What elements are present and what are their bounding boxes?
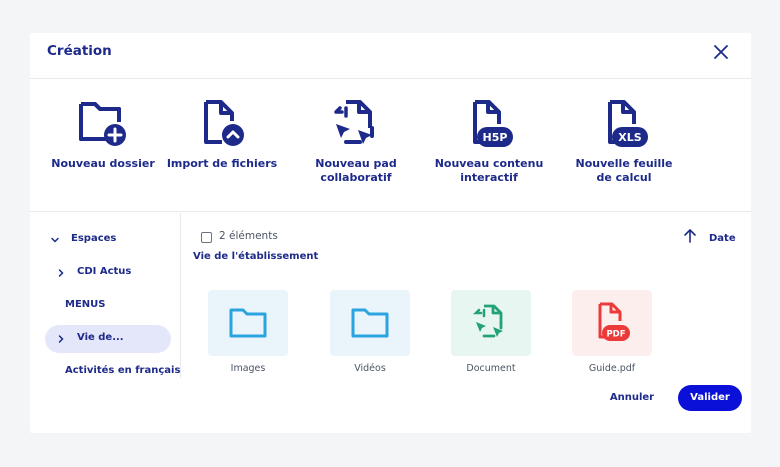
file-tile-guide-pdf[interactable]: PDF Guide.pdf: [572, 290, 652, 374]
sidebar-item-label: Vie de...: [77, 332, 124, 343]
sidebar-item-menus[interactable]: MENUS: [45, 292, 171, 320]
import-files-label: Import de fichiers: [166, 157, 278, 170]
folder-plus-icon: [79, 102, 126, 146]
tile-name: Guide.pdf: [588, 363, 636, 374]
sidebar-item-label: CDI Actus: [77, 266, 132, 277]
sidebar-tree: Espaces CDI Actus MENUS Vie de... Activi…: [30, 213, 181, 378]
folder-tile-images[interactable]: Images: [208, 290, 288, 374]
sidebar-item-espaces[interactable]: Espaces: [45, 226, 171, 254]
sidebar-item-activites-en-francais[interactable]: Activités en français: [45, 358, 180, 378]
document-tile[interactable]: Document: [451, 290, 531, 374]
tile-name: Document: [466, 363, 516, 374]
pdf-file-icon: PDF: [598, 302, 630, 341]
sidebar-item-label: Espaces: [71, 233, 117, 244]
sidebar-item-cdi-actus[interactable]: CDI Actus: [45, 259, 171, 287]
sidebar-item-label: Activités en français: [65, 365, 181, 376]
new-interactive-content-button[interactable]: H5P Nouveau contenu interactif: [424, 98, 554, 185]
confirm-button[interactable]: Valider: [678, 385, 742, 411]
select-all-checkbox[interactable]: [201, 232, 212, 243]
new-spreadsheet-label: Nouvelle feuille de calcul: [575, 157, 673, 184]
item-count: 2 éléments: [219, 230, 278, 242]
breadcrumb[interactable]: Vie de l'établissement: [193, 251, 318, 262]
folder-icon: [229, 308, 267, 338]
chevron-down-icon: [51, 237, 59, 243]
tile-name: Images: [230, 363, 266, 374]
new-folder-button[interactable]: Nouveau dossier: [38, 98, 168, 171]
cancel-button[interactable]: Annuler: [601, 385, 663, 411]
svg-text:XLS: XLS: [618, 131, 641, 144]
svg-text:H5P: H5P: [483, 131, 508, 144]
creation-actions: Nouveau dossier Import de fichiers Nouve…: [30, 80, 751, 212]
new-pad-label: Nouveau pad collaboratif: [315, 157, 397, 184]
tile-name: Vidéos: [354, 363, 386, 374]
h5p-file-icon: H5P: [473, 100, 513, 147]
new-spreadsheet-button[interactable]: XLS Nouvelle feuille de calcul: [559, 98, 689, 185]
chevron-right-icon: [58, 335, 64, 343]
sort-by-date-button[interactable]: Date: [709, 233, 736, 244]
file-upload-icon: [204, 100, 244, 146]
new-interactive-content-label: Nouveau contenu interactif: [434, 157, 544, 184]
sidebar-item-label: MENUS: [65, 299, 106, 310]
dialog-header: Création: [30, 33, 751, 79]
close-icon[interactable]: [710, 41, 732, 63]
folder-tile-videos[interactable]: Vidéos: [330, 290, 410, 374]
arrow-up-icon[interactable]: [683, 228, 697, 244]
chevron-right-icon: [58, 269, 64, 277]
new-folder-label: Nouveau dossier: [51, 157, 155, 170]
dialog-title: Création: [47, 43, 112, 59]
import-files-button[interactable]: Import de fichiers: [157, 98, 287, 171]
sidebar-item-vie-de[interactable]: Vie de...: [45, 325, 171, 353]
file-browser: 2 éléments Date Vie de l'établissement I…: [182, 213, 751, 383]
xls-file-icon: XLS: [608, 100, 648, 147]
folder-icon: [351, 308, 389, 338]
collaborative-doc-icon: [472, 304, 503, 338]
creation-dialog: Création Nouveau dossier Import de fichi…: [30, 33, 751, 433]
new-pad-button[interactable]: Nouveau pad collaboratif: [291, 98, 421, 185]
collaborative-pad-icon: [334, 100, 374, 144]
svg-text:PDF: PDF: [606, 330, 625, 340]
